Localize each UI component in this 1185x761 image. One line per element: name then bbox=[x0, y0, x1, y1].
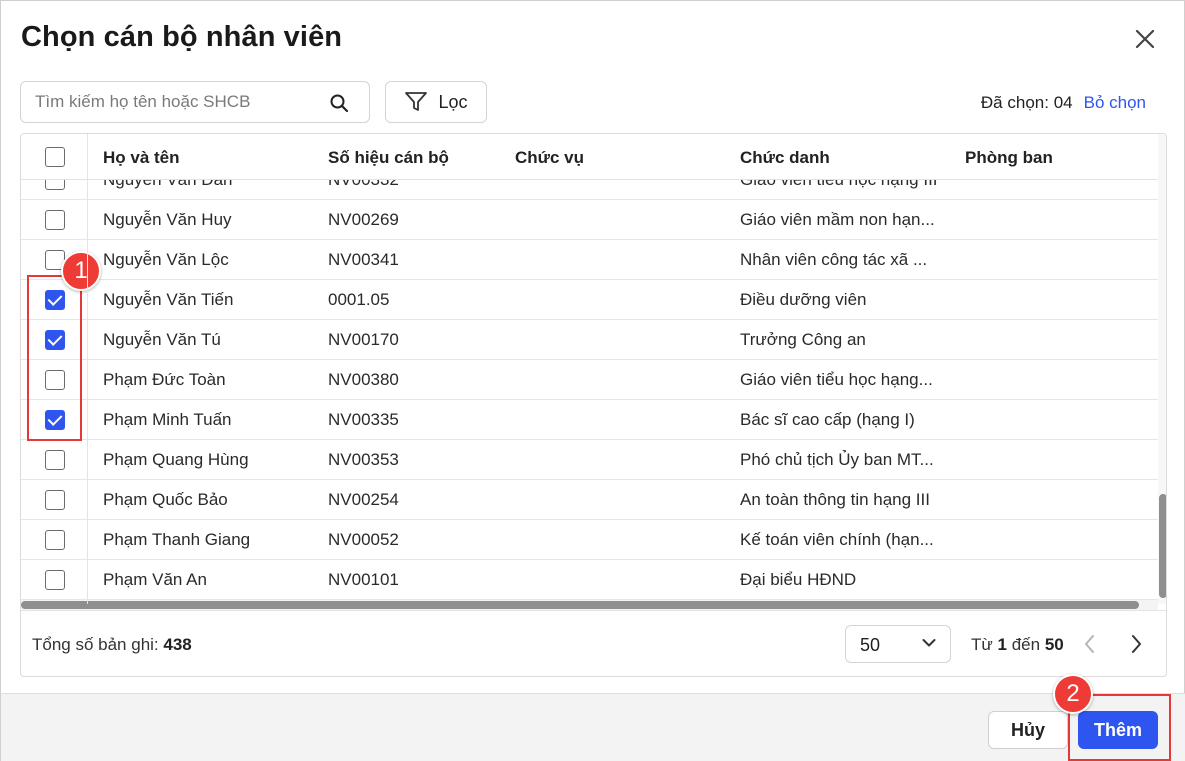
close-button[interactable] bbox=[1129, 25, 1161, 53]
annotation-badge-1: 1 bbox=[61, 251, 101, 291]
cell-code: NV00170 bbox=[328, 330, 399, 349]
cell-name: Nguyễn Văn Lộc bbox=[103, 250, 229, 269]
cell-code: 0001.05 bbox=[328, 290, 390, 309]
cell-title: Điều dưỡng viên bbox=[740, 290, 867, 309]
cell-title: Bác sĩ cao cấp (hạng I) bbox=[740, 410, 915, 429]
cancel-button[interactable]: Hủy bbox=[988, 711, 1068, 749]
range-from: 1 bbox=[997, 635, 1007, 654]
dialog-footer: Hủy Thêm bbox=[1, 693, 1185, 761]
selected-label: Đã chọn: bbox=[980, 93, 1049, 112]
table-row[interactable]: Nguyễn Văn Lộc NV00341 Nhân viên công tác … bbox=[21, 240, 1158, 280]
filter-icon bbox=[405, 92, 428, 111]
page-size-select[interactable]: 50 bbox=[845, 625, 951, 663]
table-header: Họ và tên Số hiệu cán bộ Chức vụ Chức da… bbox=[21, 134, 1158, 180]
annotation-badge-2: 2 bbox=[1053, 674, 1093, 714]
table-row[interactable]: Nguyễn Văn Dân NV00332 Giáo viên tiểu học … bbox=[21, 180, 1158, 200]
table-row[interactable]: Phạm Minh Tuấn NV00335 Bác sĩ cao cấp (hạn… bbox=[21, 400, 1158, 440]
cell-name: Phạm Minh Tuấn bbox=[103, 410, 232, 429]
cell-title: Giáo viên tiểu học hạng III bbox=[740, 180, 938, 190]
column-header-department[interactable]: Phòng ban bbox=[965, 148, 1053, 168]
table-row[interactable]: Nguyễn Văn Tiến 0001.05 Điều dưỡng viên bbox=[21, 280, 1158, 320]
cell-name: Phạm Đức Toàn bbox=[103, 370, 226, 389]
table-row[interactable]: Phạm Quốc Bảo NV00254 An toàn thông tin hạ… bbox=[21, 480, 1158, 520]
cell-code: NV00052 bbox=[328, 530, 399, 549]
range-to: 50 bbox=[1044, 635, 1064, 654]
table-footer: Tổng số bản ghi: 438 50 Từ 1 đến 50 bbox=[21, 610, 1166, 676]
close-icon bbox=[1135, 29, 1155, 49]
selected-count-text: Đã chọn: 04 bbox=[981, 93, 1073, 113]
cell-code: NV00380 bbox=[328, 370, 399, 389]
vertical-scrollbar[interactable] bbox=[1158, 134, 1166, 604]
row-checkbox[interactable] bbox=[45, 530, 65, 550]
chevron-down-icon bbox=[922, 639, 936, 647]
table-row[interactable]: Phạm Quang Hùng NV00353 Phó chủ tịch Ủy ba… bbox=[21, 440, 1158, 480]
deselect-link[interactable]: Bỏ chọn bbox=[1084, 93, 1146, 113]
table-body: Nguyễn Văn Dân NV00332 Giáo viên tiểu học … bbox=[21, 180, 1158, 600]
cell-title: Phó chủ tịch Ủy ban MT... bbox=[740, 450, 934, 469]
dialog-title: Chọn cán bộ nhân viên bbox=[21, 21, 343, 53]
row-checkbox[interactable] bbox=[45, 570, 65, 590]
cell-name: Nguyễn Văn Tiến bbox=[103, 290, 234, 309]
column-header-code[interactable]: Số hiệu cán bộ bbox=[328, 148, 449, 168]
cell-name: Nguyễn Văn Dân bbox=[103, 180, 232, 190]
cell-code: NV00254 bbox=[328, 490, 399, 509]
cell-name: Phạm Văn An bbox=[103, 570, 207, 589]
staff-table: Họ và tên Số hiệu cán bộ Chức vụ Chức da… bbox=[20, 133, 1167, 677]
cell-code: NV00341 bbox=[328, 250, 399, 269]
selected-summary: Đã chọn: 04 Bỏ chọn bbox=[981, 93, 1146, 113]
select-staff-dialog: Chọn cán bộ nhân viên Lọc Đã chọn: 04 Bỏ… bbox=[0, 0, 1185, 761]
cell-title: Nhân viên công tác xã ... bbox=[740, 250, 928, 269]
range-to-label: đến bbox=[1011, 635, 1041, 654]
vertical-scroll-thumb[interactable] bbox=[1159, 494, 1166, 598]
chevron-left-icon[interactable] bbox=[1079, 631, 1101, 657]
range-from-label: Từ bbox=[971, 635, 993, 654]
cell-name: Phạm Quang Hùng bbox=[103, 450, 249, 469]
chevron-right-icon[interactable] bbox=[1125, 631, 1147, 657]
table-row[interactable]: Phạm Đức Toàn NV00380 Giáo viên tiểu học h… bbox=[21, 360, 1158, 400]
table-row[interactable]: Phạm Văn An NV00101 Đại biểu HĐND bbox=[21, 560, 1158, 600]
annotation-box-checkboxes bbox=[27, 275, 82, 441]
column-divider bbox=[87, 134, 88, 604]
cell-code: NV00269 bbox=[328, 210, 399, 229]
column-header-position[interactable]: Chức vụ bbox=[515, 148, 584, 168]
total-label: Tổng số bản ghi: bbox=[32, 635, 159, 654]
search-input[interactable] bbox=[35, 92, 325, 112]
horizontal-scrollbar[interactable] bbox=[21, 600, 1158, 610]
column-header-title[interactable]: Chức danh bbox=[740, 148, 830, 168]
select-all-checkbox[interactable] bbox=[45, 147, 65, 167]
cell-name: Nguyễn Văn Huy bbox=[103, 210, 232, 229]
cell-code: NV00101 bbox=[328, 570, 399, 589]
page-size-value: 50 bbox=[860, 635, 881, 655]
filter-button[interactable]: Lọc bbox=[385, 81, 487, 123]
row-checkbox[interactable] bbox=[45, 210, 65, 230]
total-records: Tổng số bản ghi: 438 bbox=[32, 635, 192, 655]
cell-name: Phạm Thanh Giang bbox=[103, 530, 251, 549]
table-row[interactable]: Nguyễn Văn Tú NV00170 Trưởng Công an bbox=[21, 320, 1158, 360]
table-row[interactable]: Nguyễn Văn Huy NV00269 Giáo viên mầm non h… bbox=[21, 200, 1158, 240]
filter-label: Lọc bbox=[438, 91, 468, 112]
cell-name: Nguyễn Văn Tú bbox=[103, 330, 221, 349]
cell-title: Đại biểu HĐND bbox=[740, 570, 857, 589]
total-value: 438 bbox=[163, 635, 192, 654]
selected-count: 04 bbox=[1053, 93, 1073, 112]
cell-title: An toàn thông tin hạng III bbox=[740, 490, 930, 509]
row-checkbox[interactable] bbox=[45, 180, 65, 190]
cell-code: NV00332 bbox=[328, 180, 399, 190]
search-box bbox=[20, 81, 370, 123]
cell-name: Phạm Quốc Bảo bbox=[103, 490, 228, 509]
row-checkbox[interactable] bbox=[45, 450, 65, 470]
table-row[interactable]: Phạm Thanh Giang NV00052 Kế toán viên chín… bbox=[21, 520, 1158, 560]
horizontal-scroll-thumb[interactable] bbox=[21, 601, 1139, 609]
row-checkbox[interactable] bbox=[45, 490, 65, 510]
cell-title: Trưởng Công an bbox=[740, 330, 866, 349]
column-header-name[interactable]: Họ và tên bbox=[103, 148, 180, 168]
cell-code: NV00353 bbox=[328, 450, 399, 469]
cell-title: Giáo viên tiểu học hạng... bbox=[740, 370, 933, 389]
cell-title: Giáo viên mầm non hạn... bbox=[740, 210, 935, 229]
cell-code: NV00335 bbox=[328, 410, 399, 429]
search-icon[interactable] bbox=[329, 93, 349, 113]
cell-title: Kế toán viên chính (hạn... bbox=[740, 530, 934, 549]
page-range: Từ 1 đến 50 bbox=[971, 635, 1064, 655]
